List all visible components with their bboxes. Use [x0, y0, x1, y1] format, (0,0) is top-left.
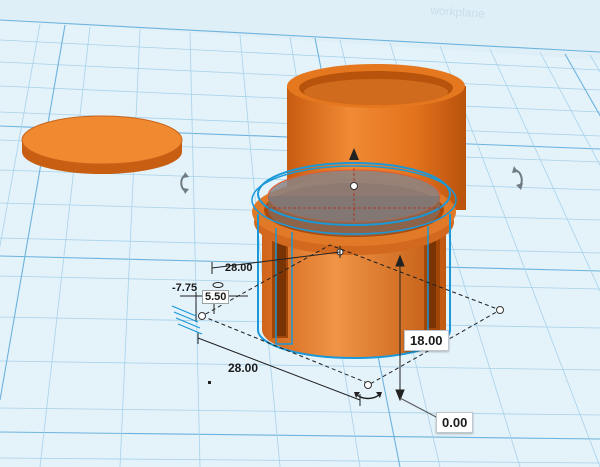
- corner-handle[interactable]: [496, 306, 504, 314]
- selected-lid-group-shape[interactable]: [251, 162, 457, 359]
- workplane-viewport[interactable]: workplane 28.00 -7.75 5.50 28.00 18.00 0…: [0, 0, 600, 467]
- workplane-watermark: workplane: [429, 3, 486, 21]
- lid-disc-shape[interactable]: [21, 115, 183, 174]
- dimension-width-top-label[interactable]: 28.00: [223, 262, 255, 274]
- dimension-height-label[interactable]: 18.00: [404, 330, 449, 351]
- dimension-elevation-label[interactable]: 0.00: [436, 412, 474, 433]
- dimension-offset-x-label[interactable]: -7.75: [170, 282, 199, 294]
- dimension-length-front-label[interactable]: 28.00: [226, 361, 260, 375]
- workplane-scene[interactable]: workplane: [0, 0, 600, 467]
- corner-handle[interactable]: [364, 381, 372, 389]
- dimension-offset-y-label[interactable]: 5.50: [202, 290, 230, 304]
- corner-handle[interactable]: [198, 312, 206, 320]
- top-center-handle[interactable]: [350, 182, 358, 190]
- grid-marker: [208, 381, 211, 384]
